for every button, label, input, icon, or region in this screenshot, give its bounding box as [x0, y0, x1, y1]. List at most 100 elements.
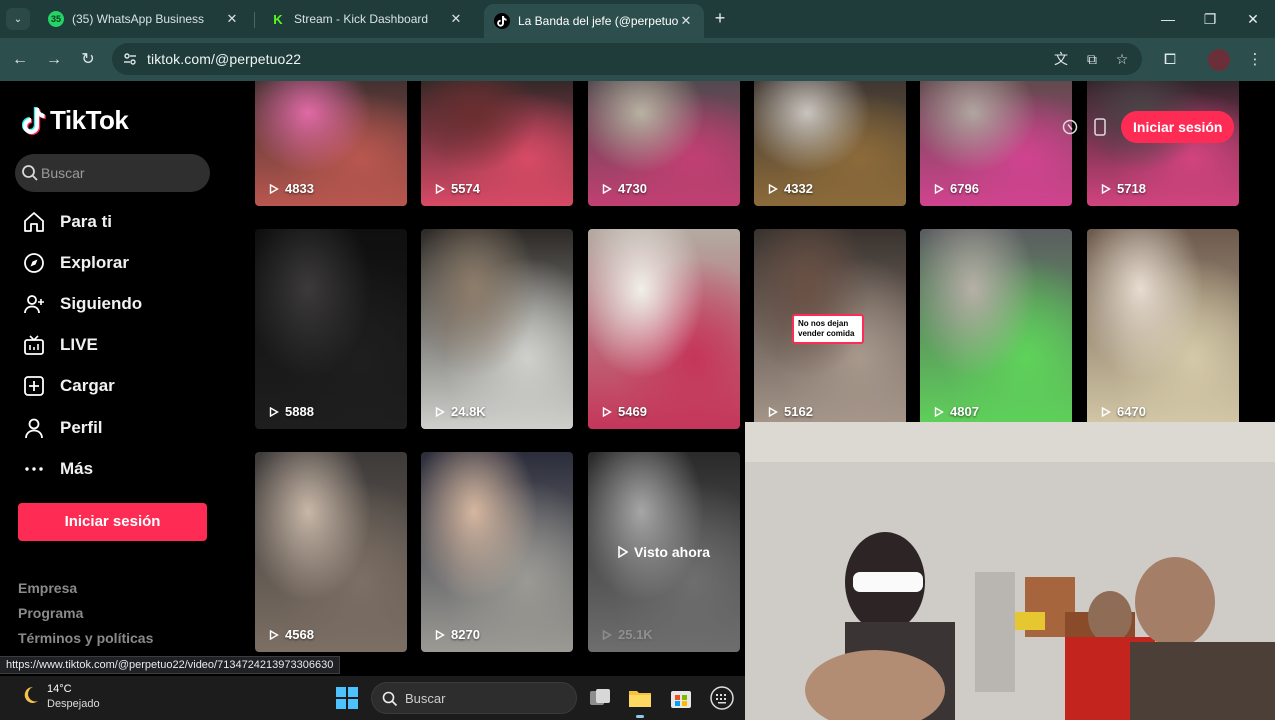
tab-tiktok[interactable]: La Banda del jefe (@perpetuo22) ✕ [484, 4, 704, 38]
site-info-icon[interactable] [122, 51, 138, 67]
play-icon [1101, 406, 1111, 417]
video-thumbnail[interactable]: 4568 [255, 452, 407, 652]
status-url-bubble: https://www.tiktok.com/@perpetuo22/video… [0, 656, 341, 674]
minimize-button[interactable]: — [1146, 6, 1190, 32]
play-icon [768, 406, 778, 417]
tab-kick[interactable]: K Stream - Kick Dashboard ✕ [260, 4, 474, 34]
video-thumbnail[interactable]: 4833 [255, 81, 407, 206]
view-count: 6470 [1101, 404, 1146, 419]
active-app-indicator [636, 715, 644, 718]
video-thumbnail[interactable]: 5162 No nos dejan vender comida [754, 229, 906, 429]
view-count: 5718 [1101, 181, 1146, 196]
more-dots-icon [22, 457, 46, 481]
tiktok-sidebar: TikTok Buscar Para ti Explorar Siguiendo… [0, 81, 240, 676]
keyboard-app-icon[interactable] [709, 685, 735, 711]
weather-condition: Despejado [47, 698, 100, 710]
tiktok-icon [494, 13, 510, 29]
video-thumbnail[interactable]: 5574 [421, 81, 573, 206]
video-thumbnail[interactable]: 4807 [920, 229, 1072, 429]
moon-weather-icon[interactable] [20, 685, 40, 705]
nav-label: Cargar [60, 376, 115, 395]
windows-start-icon[interactable] [336, 687, 358, 709]
video-thumbnail[interactable]: Visto ahora 25.1K [588, 452, 740, 652]
play-icon [602, 406, 612, 417]
video-thumbnail[interactable]: 24.8K [421, 229, 573, 429]
video-thumbnail[interactable]: 6796 [920, 81, 1072, 206]
webcam-scene [745, 422, 1275, 720]
tab-title: (35) WhatsApp Business [72, 12, 205, 26]
following-icon [22, 292, 46, 316]
address-bar[interactable]: tiktok.com/@perpetuo22 文 ⧉ ☆ [112, 43, 1142, 75]
new-tab-button[interactable]: + [709, 8, 731, 30]
nav-perfil[interactable]: Perfil [22, 413, 103, 443]
nav-label: Perfil [60, 418, 103, 437]
forward-button[interactable]: → [42, 48, 66, 72]
close-tab-icon[interactable]: ✕ [678, 13, 694, 29]
video-thumbnail[interactable]: 5888 [255, 229, 407, 429]
reload-button[interactable]: ↻ [76, 48, 100, 72]
play-icon [602, 629, 612, 640]
task-view-icon[interactable] [587, 685, 613, 711]
footer-link-programa[interactable]: Programa [18, 605, 83, 621]
bookmark-star-icon[interactable]: ☆ [1113, 50, 1131, 68]
nav-mas[interactable]: Más [22, 454, 93, 484]
play-icon [768, 183, 778, 194]
live-tv-icon [22, 333, 46, 357]
url-text: tiktok.com/@perpetuo22 [147, 51, 302, 67]
view-count: 25.1K [602, 627, 653, 642]
tiktok-search-input[interactable]: Buscar [15, 154, 210, 192]
device-icon[interactable] [1085, 112, 1115, 142]
search-icon [382, 691, 398, 707]
play-icon [934, 406, 944, 417]
search-placeholder: Buscar [41, 165, 85, 181]
play-icon [602, 183, 612, 194]
nav-cargar[interactable]: Cargar [22, 371, 115, 401]
header-actions: Iniciar sesión [1055, 104, 1245, 150]
search-icon [22, 165, 38, 181]
microsoft-store-icon[interactable] [668, 685, 694, 711]
view-count: 4730 [602, 181, 647, 196]
sidebar-login-button[interactable]: Iniciar sesión [18, 503, 207, 541]
play-icon [1101, 183, 1111, 194]
footer-link-empresa[interactable]: Empresa [18, 580, 77, 596]
video-thumbnail[interactable]: 6470 [1087, 229, 1239, 429]
watched-now-label: Visto ahora [588, 452, 740, 652]
video-thumbnail[interactable]: 8270 [421, 452, 573, 652]
nav-live[interactable]: LIVE [22, 330, 98, 360]
video-thumbnail[interactable]: 5469 [588, 229, 740, 429]
tiktok-logo[interactable]: TikTok [22, 105, 129, 136]
coin-icon[interactable] [1055, 112, 1085, 142]
video-thumbnail[interactable]: 4730 [588, 81, 740, 206]
close-tab-icon[interactable]: ✕ [224, 11, 240, 27]
close-tab-icon[interactable]: ✕ [448, 11, 464, 27]
upload-plus-icon [22, 374, 46, 398]
footer-link-terminos[interactable]: Términos y políticas [18, 630, 153, 646]
browser-menu-icon[interactable]: ⋮ [1245, 50, 1265, 70]
nav-siguiendo[interactable]: Siguiendo [22, 289, 142, 319]
tab-divider [254, 12, 255, 28]
header-login-button[interactable]: Iniciar sesión [1121, 111, 1235, 143]
video-thumbnail[interactable]: 4332 [754, 81, 906, 206]
nav-explorar[interactable]: Explorar [22, 248, 129, 278]
kick-icon: K [270, 11, 286, 27]
nav-label: Más [60, 459, 94, 478]
install-app-icon[interactable]: ⧉ [1083, 50, 1101, 68]
tab-search-button[interactable]: ⌄ [6, 8, 30, 30]
view-count: 5574 [435, 181, 480, 196]
taskbar-search-placeholder: Buscar [405, 691, 446, 706]
back-button[interactable]: ← [8, 48, 32, 72]
taskbar-search-input[interactable]: Buscar [371, 682, 577, 714]
close-window-button[interactable]: ✕ [1231, 6, 1275, 32]
home-icon [22, 210, 46, 234]
play-icon [269, 183, 279, 194]
file-explorer-icon[interactable] [627, 685, 653, 711]
translate-icon[interactable]: 文 [1052, 50, 1070, 68]
nav-para-ti[interactable]: Para ti [22, 207, 112, 237]
nav-label: Explorar [60, 253, 129, 272]
play-icon [435, 183, 445, 194]
profile-avatar[interactable] [1208, 49, 1230, 71]
nav-label: Para ti [60, 212, 112, 231]
extensions-icon[interactable]: ⧠ [1160, 50, 1180, 70]
tab-whatsapp[interactable]: 35 (35) WhatsApp Business ✕ [38, 4, 250, 34]
restore-button[interactable]: ❐ [1188, 6, 1232, 32]
